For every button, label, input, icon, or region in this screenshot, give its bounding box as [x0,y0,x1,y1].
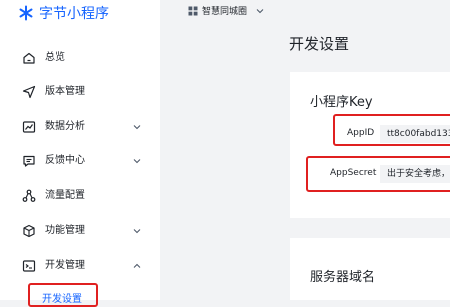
chevron-down-icon[interactable] [132,156,142,166]
chart-icon [22,121,36,133]
brand-name: 字节小程序 [39,6,109,22]
dev-icon [22,260,36,272]
sidebar: 字节小程序 总览 版本管理 数据分析 反馈中心 流量配置 功能管理 开发管理 开… [0,0,160,307]
project-selector[interactable]: 智慧同城圈 [188,4,265,17]
server-card: 服务器域名 [290,238,450,300]
sidebar-item-label: 数据分析 [45,121,85,132]
top-bar: 智慧同城圈 [160,0,450,24]
sidebar-item-label: 开发管理 [45,260,85,271]
server-section-title: 服务器域名 [310,270,376,285]
chevron-down-icon[interactable] [132,122,142,132]
chevron-up-icon[interactable] [132,261,142,271]
sidebar-item-analytics[interactable]: 数据分析 [0,113,160,141]
sidebar-item-label: 版本管理 [45,86,85,97]
sidebar-item-label: 反馈中心 [45,155,85,166]
sidebar-item-features[interactable]: 功能管理 [0,217,160,245]
sidebar-item-traffic[interactable]: 流量配置 [0,182,160,210]
key-section-title: 小程序Key [310,95,373,110]
sidebar-item-label: 流量配置 [45,190,85,201]
message-icon [23,155,35,167]
home-icon [23,52,35,64]
highlight-box [333,114,450,146]
cube-icon [23,224,35,238]
sidebar-item-overview[interactable]: 总览 [0,44,160,72]
brand-logo-icon [19,5,33,21]
brand[interactable]: 字节小程序 [18,3,109,23]
sidebar-item-versions[interactable]: 版本管理 [0,78,160,106]
send-icon [22,85,36,99]
sidebar-item-label: 总览 [45,52,65,63]
chevron-down-icon [256,8,264,13]
project-name: 智慧同城圈 [202,7,248,17]
chevron-down-icon[interactable] [132,226,142,236]
grid-icon [188,6,198,15]
share-icon [22,189,36,202]
page-title: 开发设置 [289,35,350,53]
sidebar-item-label: 功能管理 [45,225,85,236]
highlight-box [28,283,98,307]
sidebar-item-dev-management[interactable]: 开发管理 [0,252,160,280]
highlight-box [306,156,450,192]
sidebar-item-feedback[interactable]: 反馈中心 [0,147,160,175]
